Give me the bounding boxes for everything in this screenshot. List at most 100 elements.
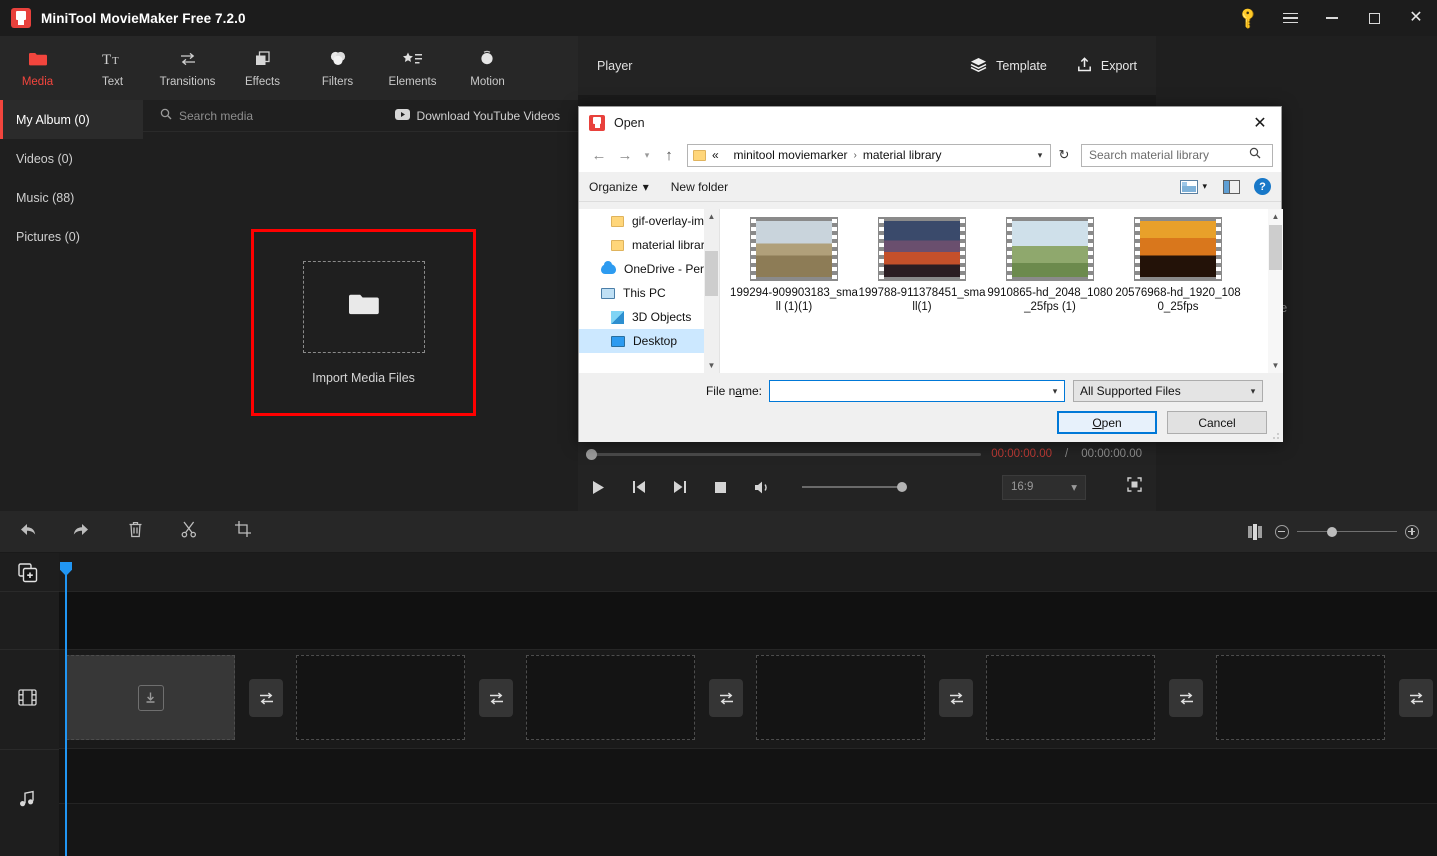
new-folder-button[interactable]: New folder xyxy=(671,180,728,194)
timeline-playhead[interactable] xyxy=(60,562,72,856)
music-note-icon[interactable] xyxy=(18,790,36,813)
view-chevron-down-icon[interactable]: ▾ xyxy=(1202,181,1207,192)
minimize-icon[interactable] xyxy=(1311,0,1353,36)
chevron-down-icon[interactable]: ▾ xyxy=(1046,386,1064,397)
back-arrow-icon[interactable]: ← xyxy=(587,143,611,167)
file-item[interactable]: 199294-909903183_small (1)(1) xyxy=(730,217,858,314)
transition-arrows-icon[interactable] xyxy=(1399,679,1433,717)
stop-button[interactable] xyxy=(714,481,727,494)
resize-grip[interactable] xyxy=(1270,430,1280,440)
transition-arrows-icon[interactable] xyxy=(1169,679,1203,717)
file-name-field[interactable]: ▾ xyxy=(769,380,1065,402)
scroll-down-icon[interactable]: ▼ xyxy=(1268,358,1283,373)
scroll-up-icon[interactable]: ▲ xyxy=(1268,209,1283,224)
open-button[interactable]: Open xyxy=(1057,411,1157,434)
key-icon[interactable]: 🔑 xyxy=(1227,0,1269,36)
tree-item-material-library[interactable]: material library xyxy=(579,233,719,257)
redo-button[interactable] xyxy=(54,511,108,553)
hamburger-menu-icon[interactable] xyxy=(1269,0,1311,36)
scrollbar-thumb[interactable] xyxy=(1269,225,1282,270)
breadcrumb-chevron-down-icon[interactable]: ▾ xyxy=(1030,150,1050,161)
add-media-icon[interactable] xyxy=(18,563,38,588)
transition-arrows-icon[interactable] xyxy=(249,679,283,717)
timeline-clip-slot[interactable] xyxy=(66,655,235,740)
fit-to-screen-icon[interactable] xyxy=(1235,523,1275,540)
player-progress-knob[interactable] xyxy=(586,448,597,460)
view-layout-icon[interactable] xyxy=(1180,179,1199,194)
breadcrumb-segment-1[interactable]: minitool moviemarker xyxy=(733,148,847,162)
timeline-overlay-track[interactable] xyxy=(59,591,1437,649)
zoom-in-icon[interactable] xyxy=(1405,524,1419,539)
timeline-clip-slot[interactable] xyxy=(756,655,925,740)
search-input[interactable] xyxy=(179,108,359,123)
split-button[interactable] xyxy=(162,511,216,553)
download-youtube-videos-button[interactable]: Download YouTube Videos xyxy=(394,108,560,123)
sidebar-item-music[interactable]: Music (88) xyxy=(0,178,143,217)
sidebar-item-videos[interactable]: Videos (0) xyxy=(0,139,143,178)
timeline-clip-slot[interactable] xyxy=(296,655,465,740)
file-item[interactable]: 20576968-hd_1920_1080_25fps xyxy=(1114,217,1242,314)
play-button[interactable] xyxy=(592,480,605,495)
import-media-files-button[interactable]: Import Media Files xyxy=(251,229,476,416)
dialog-file-list[interactable]: 199294-909903183_small (1)(1) 199788-911… xyxy=(719,209,1283,373)
timeline-clip-slot[interactable] xyxy=(526,655,695,740)
dialog-close-icon[interactable]: ✕ xyxy=(1239,107,1281,138)
up-arrow-icon[interactable]: ↑ xyxy=(657,143,681,167)
timeline-clip-slot[interactable] xyxy=(986,655,1155,740)
chevron-down-icon[interactable]: ▾ xyxy=(1244,386,1262,397)
scroll-down-icon[interactable]: ▼ xyxy=(704,358,719,373)
nav-tab-filters[interactable]: Filters xyxy=(300,36,375,100)
help-icon[interactable]: ? xyxy=(1254,178,1271,195)
timeline-ruler[interactable] xyxy=(59,553,1437,591)
delete-button[interactable] xyxy=(108,511,162,553)
scrollbar-thumb[interactable] xyxy=(705,251,718,296)
nav-tab-elements[interactable]: Elements xyxy=(375,36,450,100)
cancel-button[interactable]: Cancel xyxy=(1167,411,1267,434)
dialog-search-box[interactable] xyxy=(1081,143,1273,167)
dialog-search-input[interactable] xyxy=(1089,148,1249,162)
player-progress-slider[interactable] xyxy=(586,448,982,460)
file-item[interactable]: 199788-911378451_small(1) xyxy=(858,217,986,314)
crop-button[interactable] xyxy=(216,511,270,553)
file-list-scrollbar[interactable]: ▲ ▼ xyxy=(1268,209,1283,373)
zoom-slider-knob[interactable] xyxy=(1327,526,1337,537)
organize-menu[interactable]: Organize ▾ xyxy=(589,180,649,194)
breadcrumb[interactable]: « minitool moviemarker › material librar… xyxy=(687,143,1051,167)
aspect-ratio-select[interactable]: 16:9 ▾ xyxy=(1002,474,1086,500)
timeline-clip-slot[interactable] xyxy=(1216,655,1385,740)
breadcrumb-segment-2[interactable]: material library xyxy=(863,148,942,162)
scroll-up-icon[interactable]: ▲ xyxy=(704,209,719,224)
next-frame-button[interactable] xyxy=(673,480,687,494)
transition-arrows-icon[interactable] xyxy=(479,679,513,717)
maximize-icon[interactable] xyxy=(1353,0,1395,36)
sidebar-item-my-album[interactable]: My Album (0) xyxy=(0,100,143,139)
tree-item-desktop[interactable]: Desktop xyxy=(579,329,719,353)
timeline-audio-track[interactable] xyxy=(59,749,1437,803)
timeline-extra-track[interactable] xyxy=(59,803,1437,856)
volume-slider[interactable] xyxy=(802,482,907,492)
navigation-pane-scrollbar[interactable]: ▲ ▼ xyxy=(704,209,719,373)
export-button[interactable]: Export xyxy=(1077,56,1137,75)
tree-item-onedrive[interactable]: OneDrive - Person xyxy=(579,257,719,281)
tree-item-gif-overlay[interactable]: gif-overlay-imag xyxy=(579,209,719,233)
nav-tab-motion[interactable]: Motion xyxy=(450,36,525,100)
undo-button[interactable] xyxy=(0,511,54,553)
nav-tab-media[interactable]: Media xyxy=(0,36,75,100)
nav-tab-effects[interactable]: Effects xyxy=(225,36,300,100)
recent-locations-chevron-down-icon[interactable]: ▾ xyxy=(639,150,655,161)
file-item[interactable]: 9910865-hd_2048_1080_25fps (1) xyxy=(986,217,1114,314)
fullscreen-button[interactable] xyxy=(1127,477,1142,497)
tree-item-3d-objects[interactable]: 3D Objects xyxy=(579,305,719,329)
preview-pane-icon[interactable] xyxy=(1223,179,1240,194)
transition-arrows-icon[interactable] xyxy=(709,679,743,717)
close-icon[interactable]: ✕ xyxy=(1395,0,1437,36)
transition-arrows-icon[interactable] xyxy=(939,679,973,717)
file-name-input[interactable] xyxy=(774,382,1046,400)
forward-arrow-icon[interactable]: → xyxy=(613,143,637,167)
zoom-out-icon[interactable] xyxy=(1275,524,1289,539)
file-type-filter-select[interactable]: All Supported Files ▾ xyxy=(1073,380,1263,402)
template-button[interactable]: Template xyxy=(970,57,1047,75)
previous-frame-button[interactable] xyxy=(632,480,646,494)
nav-tab-text[interactable]: TT Text xyxy=(75,36,150,100)
zoom-slider[interactable] xyxy=(1297,526,1397,537)
